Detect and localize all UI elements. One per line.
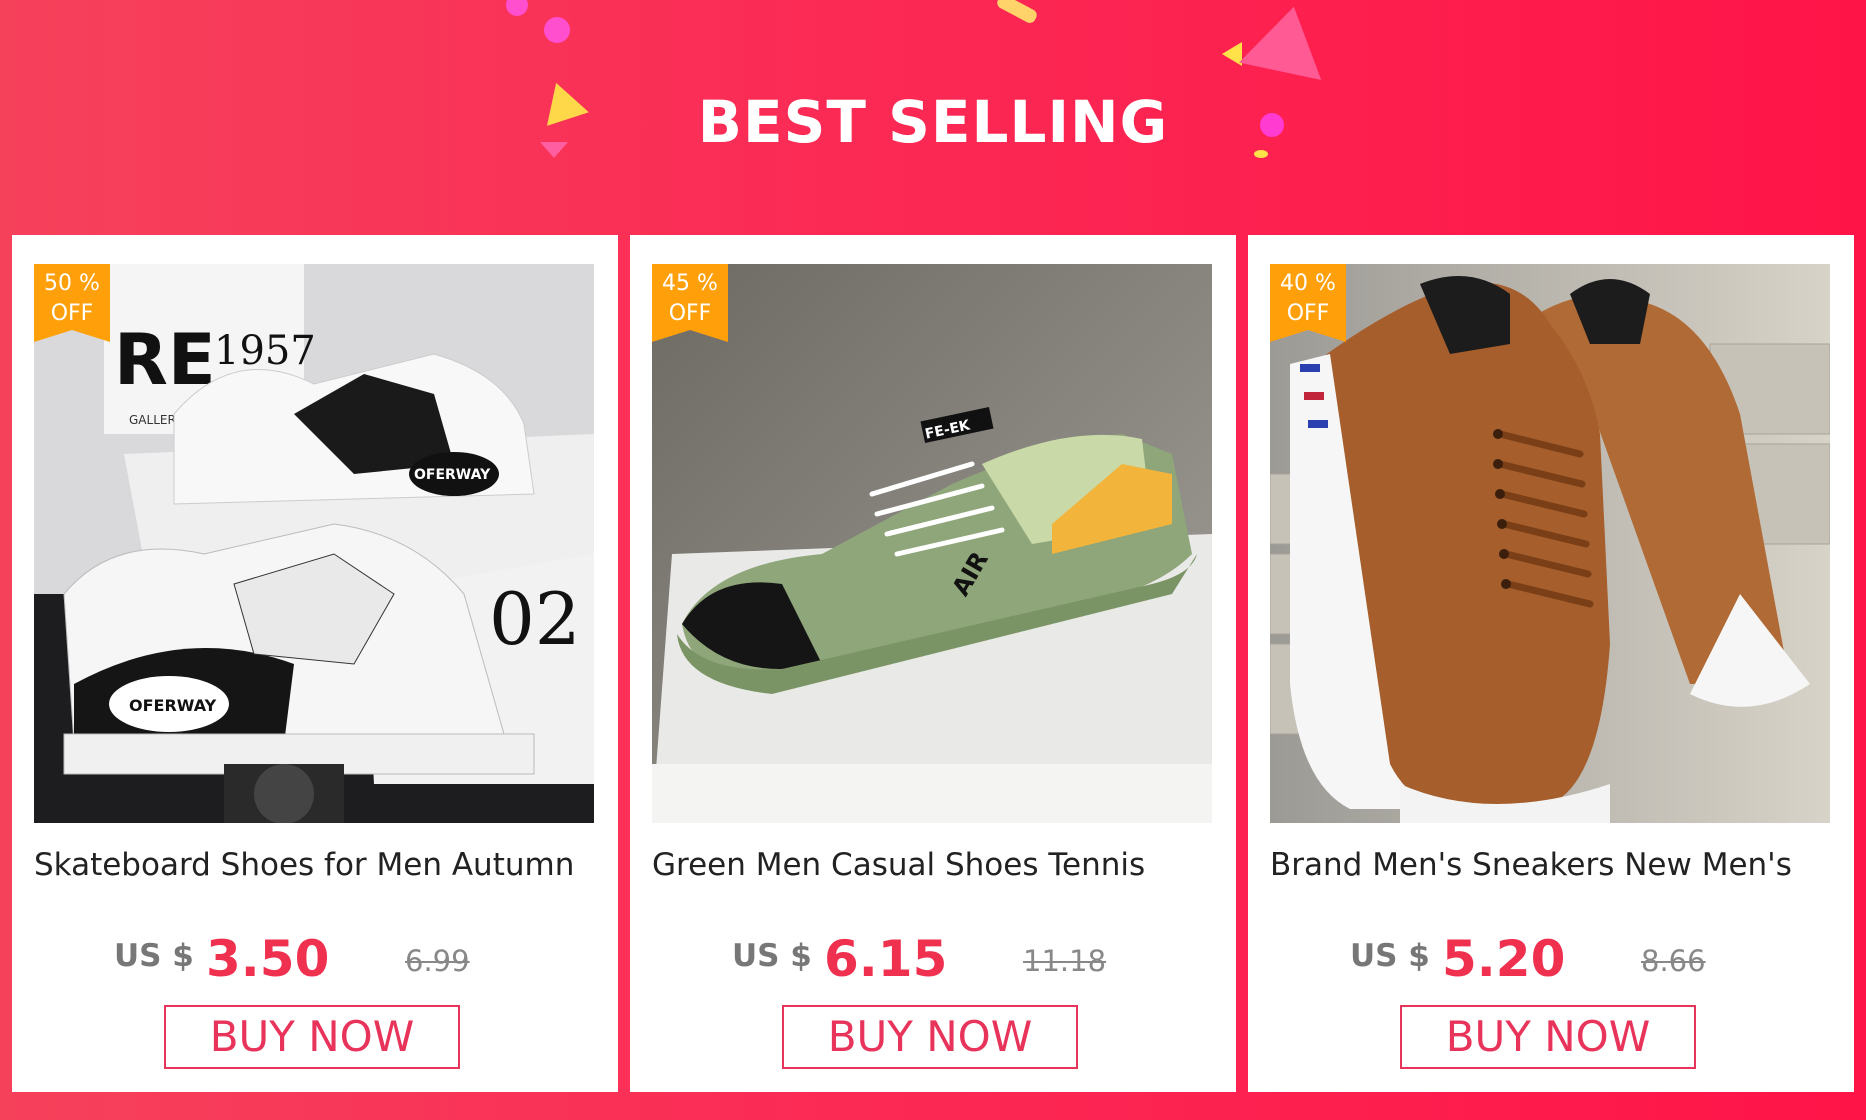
discount-badge: 45 % OFF (652, 264, 728, 330)
sale-price: 6.15 (824, 930, 948, 988)
product-title[interactable]: Green Men Casual Shoes Tennis (652, 847, 1222, 883)
buy-now-button[interactable]: BUY NOW (782, 1005, 1078, 1069)
price-row: US $ 6.15 11.18 (630, 930, 1236, 990)
currency-label: US $ (114, 938, 194, 974)
discount-off-label: OFF (50, 301, 94, 326)
product-card[interactable]: FE-EK AIR 45 % OFF Green Men Casual Shoe… (630, 235, 1236, 1092)
sneaker-photo-illustration: FE-EK AIR (652, 264, 1212, 823)
discount-off-label: OFF (668, 301, 712, 326)
original-price: 8.66 (1641, 944, 1706, 978)
discount-badge: 40 % OFF (1270, 264, 1346, 330)
buy-now-button[interactable]: BUY NOW (164, 1005, 460, 1069)
price-row: US $ 5.20 8.66 (1248, 930, 1854, 990)
discount-badge-tail (1270, 330, 1346, 342)
product-image[interactable]: FE-EK AIR 45 % OFF (652, 264, 1212, 823)
original-price: 6.99 (405, 944, 470, 978)
discount-badge: 50 % OFF (34, 264, 110, 330)
svg-text:1957: 1957 (214, 328, 316, 374)
product-title[interactable]: Brand Men's Sneakers New Men's (1270, 847, 1840, 883)
buy-now-button[interactable]: BUY NOW (1400, 1005, 1696, 1069)
discount-percent: 50 % (44, 271, 100, 296)
best-selling-banner: BEST SELLING RE 1957 GALLERIA S. FEDELE … (0, 0, 1866, 1120)
svg-text:02: 02 (489, 577, 581, 661)
page-title: BEST SELLING (697, 88, 1169, 156)
discount-off-label: OFF (1286, 301, 1330, 326)
product-card[interactable]: 40 % OFF Brand Men's Sneakers New Men's … (1248, 235, 1854, 1092)
confetti-dot (544, 17, 570, 43)
svg-text:OFERWAY: OFERWAY (129, 696, 217, 715)
sale-price: 5.20 (1442, 930, 1566, 988)
confetti-dot (506, 0, 528, 16)
currency-label: US $ (732, 938, 812, 974)
product-image[interactable]: 40 % OFF (1270, 264, 1830, 823)
original-price: 11.18 (1023, 944, 1107, 978)
product-card[interactable]: RE 1957 GALLERIA S. FEDELE MI 02 OFERWAY… (12, 235, 618, 1092)
discount-percent: 40 % (1280, 271, 1336, 296)
sale-price: 3.50 (206, 930, 330, 988)
confetti-triangle (1239, 0, 1335, 81)
sneaker-photo-illustration: RE 1957 GALLERIA S. FEDELE MI 02 OFERWAY… (34, 264, 594, 823)
product-image[interactable]: RE 1957 GALLERIA S. FEDELE MI 02 OFERWAY… (34, 264, 594, 823)
svg-text:OFERWAY: OFERWAY (414, 467, 491, 483)
discount-badge-tail (652, 330, 728, 342)
confetti-strip (995, 0, 1039, 26)
discount-badge-tail (34, 330, 110, 342)
price-row: US $ 3.50 6.99 (12, 930, 618, 990)
currency-label: US $ (1350, 938, 1430, 974)
discount-percent: 45 % (662, 271, 718, 296)
product-title[interactable]: Skateboard Shoes for Men Autumn (34, 847, 604, 883)
sneaker-photo-illustration (1270, 264, 1830, 823)
